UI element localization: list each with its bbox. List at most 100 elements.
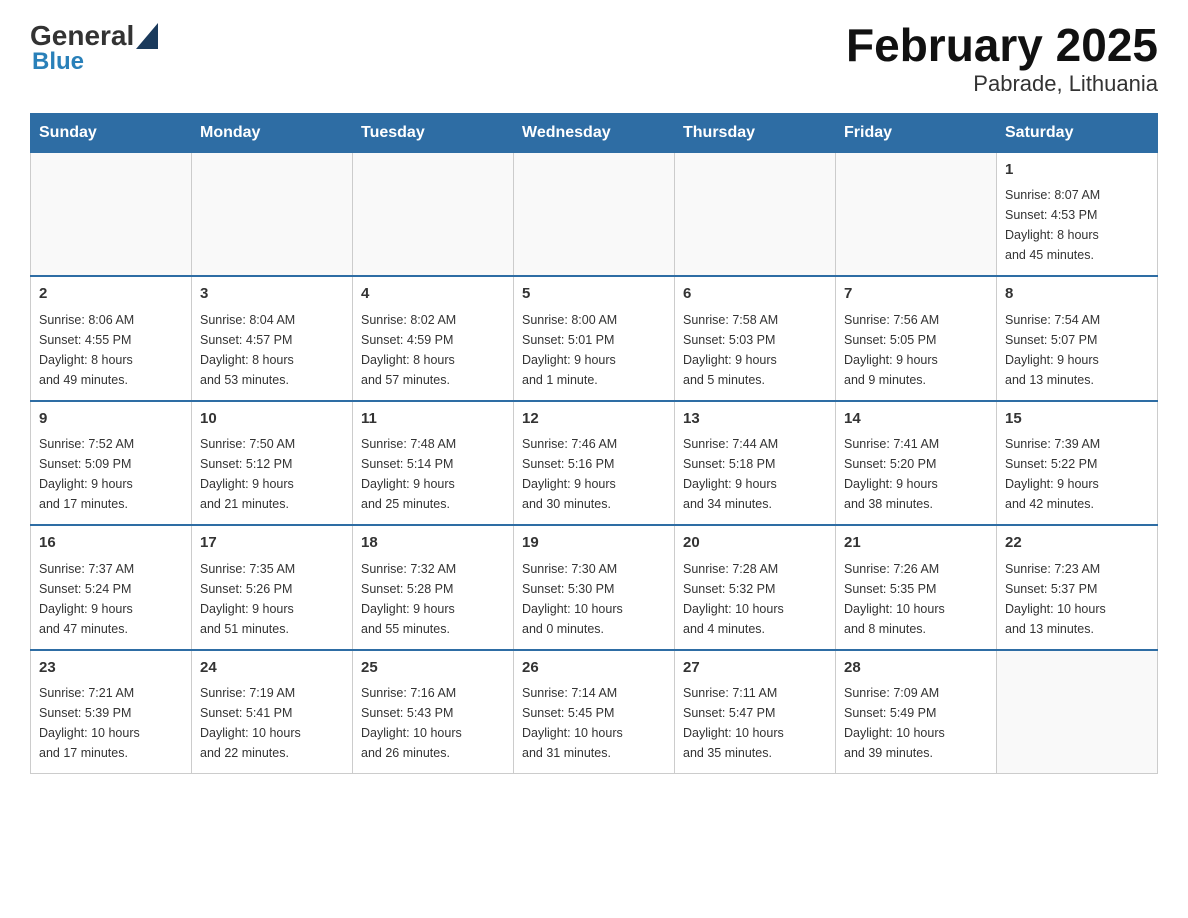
table-row: 17 Sunrise: 7:35 AMSunset: 5:26 PMDayligh…	[192, 525, 353, 650]
table-row: 1Sunrise: 8:07 AMSunset: 4:53 PMDaylight…	[997, 152, 1158, 276]
calendar-week-4: 16 Sunrise: 7:37 AMSunset: 5:24 PMDayligh…	[31, 525, 1158, 650]
day-number: 10	[200, 408, 344, 431]
day-info: Sunrise: 7:19 AMSunset: 5:41 PMDaylight:…	[200, 683, 344, 763]
day-info: Sunrise: 7:46 AMSunset: 5:16 PMDaylight:…	[522, 434, 666, 514]
table-row: 21 Sunrise: 7:26 AMSunset: 5:35 PMDayligh…	[836, 525, 997, 650]
day-info: Sunrise: 7:32 AMSunset: 5:28 PMDaylight:…	[361, 559, 505, 639]
day-number: 16	[39, 532, 183, 555]
header-wednesday: Wednesday	[514, 113, 675, 152]
table-row	[675, 152, 836, 276]
day-number: 24	[200, 657, 344, 680]
table-row: 25Sunrise: 7:16 AMSunset: 5:43 PMDayligh…	[353, 650, 514, 774]
table-row: 24 Sunrise: 7:19 AMSunset: 5:41 PMDayligh…	[192, 650, 353, 774]
table-row: 7 Sunrise: 7:56 AMSunset: 5:05 PMDaylight…	[836, 276, 997, 401]
header-thursday: Thursday	[675, 113, 836, 152]
table-row: 13Sunrise: 7:44 AMSunset: 5:18 PMDayligh…	[675, 401, 836, 526]
day-info: Sunrise: 7:21 AMSunset: 5:39 PMDaylight:…	[39, 683, 183, 763]
day-number: 19	[522, 532, 666, 555]
day-info: Sunrise: 8:04 AMSunset: 4:57 PMDaylight:…	[200, 310, 344, 390]
header-tuesday: Tuesday	[353, 113, 514, 152]
table-row: 28 Sunrise: 7:09 AMSunset: 5:49 PMDayligh…	[836, 650, 997, 774]
day-info: Sunrise: 8:06 AMSunset: 4:55 PMDaylight:…	[39, 310, 183, 390]
table-row: 15Sunrise: 7:39 AMSunset: 5:22 PMDayligh…	[997, 401, 1158, 526]
day-info: Sunrise: 7:54 AMSunset: 5:07 PMDaylight:…	[1005, 310, 1149, 390]
day-number: 4	[361, 283, 505, 306]
header-monday: Monday	[192, 113, 353, 152]
day-number: 17	[200, 532, 344, 555]
calendar-week-2: 2 Sunrise: 8:06 AMSunset: 4:55 PMDaylight…	[31, 276, 1158, 401]
logo-triangle-icon	[136, 23, 158, 49]
page-header: General Blue February 2025 Pabrade, Lith…	[30, 20, 1158, 97]
table-row: 27 Sunrise: 7:11 AMSunset: 5:47 PMDayligh…	[675, 650, 836, 774]
day-number: 28	[844, 657, 988, 680]
day-number: 7	[844, 283, 988, 306]
logo: General Blue	[30, 20, 158, 76]
table-row	[192, 152, 353, 276]
table-row: 12 Sunrise: 7:46 AMSunset: 5:16 PMDayligh…	[514, 401, 675, 526]
day-info: Sunrise: 7:26 AMSunset: 5:35 PMDaylight:…	[844, 559, 988, 639]
day-number: 12	[522, 408, 666, 431]
day-info: Sunrise: 7:30 AMSunset: 5:30 PMDaylight:…	[522, 559, 666, 639]
table-row: 5Sunrise: 8:00 AMSunset: 5:01 PMDaylight…	[514, 276, 675, 401]
day-number: 9	[39, 408, 183, 431]
day-number: 14	[844, 408, 988, 431]
table-row: 10 Sunrise: 7:50 AMSunset: 5:12 PMDayligh…	[192, 401, 353, 526]
logo-blue-text: Blue	[32, 48, 84, 76]
header-sunday: Sunday	[31, 113, 192, 152]
table-row: 16 Sunrise: 7:37 AMSunset: 5:24 PMDayligh…	[31, 525, 192, 650]
day-info: Sunrise: 7:23 AMSunset: 5:37 PMDaylight:…	[1005, 559, 1149, 639]
table-row: 8 Sunrise: 7:54 AMSunset: 5:07 PMDaylight…	[997, 276, 1158, 401]
calendar-table: Sunday Monday Tuesday Wednesday Thursday…	[30, 113, 1158, 775]
table-row: 4 Sunrise: 8:02 AMSunset: 4:59 PMDaylight…	[353, 276, 514, 401]
day-number: 22	[1005, 532, 1149, 555]
day-info: Sunrise: 7:39 AMSunset: 5:22 PMDaylight:…	[1005, 434, 1149, 514]
day-number: 20	[683, 532, 827, 555]
table-row: 6Sunrise: 7:58 AMSunset: 5:03 PMDaylight…	[675, 276, 836, 401]
day-info: Sunrise: 8:02 AMSunset: 4:59 PMDaylight:…	[361, 310, 505, 390]
page-title: February 2025	[846, 20, 1158, 71]
table-row: 19 Sunrise: 7:30 AMSunset: 5:30 PMDayligh…	[514, 525, 675, 650]
header-friday: Friday	[836, 113, 997, 152]
page-subtitle: Pabrade, Lithuania	[846, 71, 1158, 97]
calendar-header-row: Sunday Monday Tuesday Wednesday Thursday…	[31, 113, 1158, 152]
day-info: Sunrise: 7:48 AMSunset: 5:14 PMDaylight:…	[361, 434, 505, 514]
day-number: 25	[361, 657, 505, 680]
day-number: 6	[683, 283, 827, 306]
day-number: 8	[1005, 283, 1149, 306]
calendar-week-1: 1Sunrise: 8:07 AMSunset: 4:53 PMDaylight…	[31, 152, 1158, 276]
day-info: Sunrise: 7:37 AMSunset: 5:24 PMDaylight:…	[39, 559, 183, 639]
calendar-week-3: 9 Sunrise: 7:52 AMSunset: 5:09 PMDaylight…	[31, 401, 1158, 526]
header-saturday: Saturday	[997, 113, 1158, 152]
day-info: Sunrise: 7:09 AMSunset: 5:49 PMDaylight:…	[844, 683, 988, 763]
day-number: 27	[683, 657, 827, 680]
calendar-week-5: 23 Sunrise: 7:21 AMSunset: 5:39 PMDayligh…	[31, 650, 1158, 774]
day-info: Sunrise: 7:14 AMSunset: 5:45 PMDaylight:…	[522, 683, 666, 763]
day-info: Sunrise: 7:41 AMSunset: 5:20 PMDaylight:…	[844, 434, 988, 514]
day-number: 2	[39, 283, 183, 306]
table-row: 3 Sunrise: 8:04 AMSunset: 4:57 PMDaylight…	[192, 276, 353, 401]
table-row: 9 Sunrise: 7:52 AMSunset: 5:09 PMDaylight…	[31, 401, 192, 526]
day-number: 5	[522, 283, 666, 306]
day-number: 18	[361, 532, 505, 555]
day-info: Sunrise: 8:07 AMSunset: 4:53 PMDaylight:…	[1005, 185, 1149, 265]
table-row: 14 Sunrise: 7:41 AMSunset: 5:20 PMDayligh…	[836, 401, 997, 526]
day-number: 21	[844, 532, 988, 555]
day-info: Sunrise: 7:11 AMSunset: 5:47 PMDaylight:…	[683, 683, 827, 763]
day-info: Sunrise: 7:35 AMSunset: 5:26 PMDaylight:…	[200, 559, 344, 639]
table-row	[353, 152, 514, 276]
table-row	[997, 650, 1158, 774]
day-info: Sunrise: 7:28 AMSunset: 5:32 PMDaylight:…	[683, 559, 827, 639]
table-row	[514, 152, 675, 276]
day-number: 23	[39, 657, 183, 680]
day-info: Sunrise: 7:50 AMSunset: 5:12 PMDaylight:…	[200, 434, 344, 514]
table-row: 20 Sunrise: 7:28 AMSunset: 5:32 PMDayligh…	[675, 525, 836, 650]
day-number: 3	[200, 283, 344, 306]
day-info: Sunrise: 7:56 AMSunset: 5:05 PMDaylight:…	[844, 310, 988, 390]
table-row: 26Sunrise: 7:14 AMSunset: 5:45 PMDayligh…	[514, 650, 675, 774]
table-row	[836, 152, 997, 276]
day-info: Sunrise: 7:52 AMSunset: 5:09 PMDaylight:…	[39, 434, 183, 514]
table-row: 2 Sunrise: 8:06 AMSunset: 4:55 PMDaylight…	[31, 276, 192, 401]
day-number: 11	[361, 408, 505, 431]
table-row: 11 Sunrise: 7:48 AMSunset: 5:14 PMDayligh…	[353, 401, 514, 526]
table-row: 22 Sunrise: 7:23 AMSunset: 5:37 PMDayligh…	[997, 525, 1158, 650]
